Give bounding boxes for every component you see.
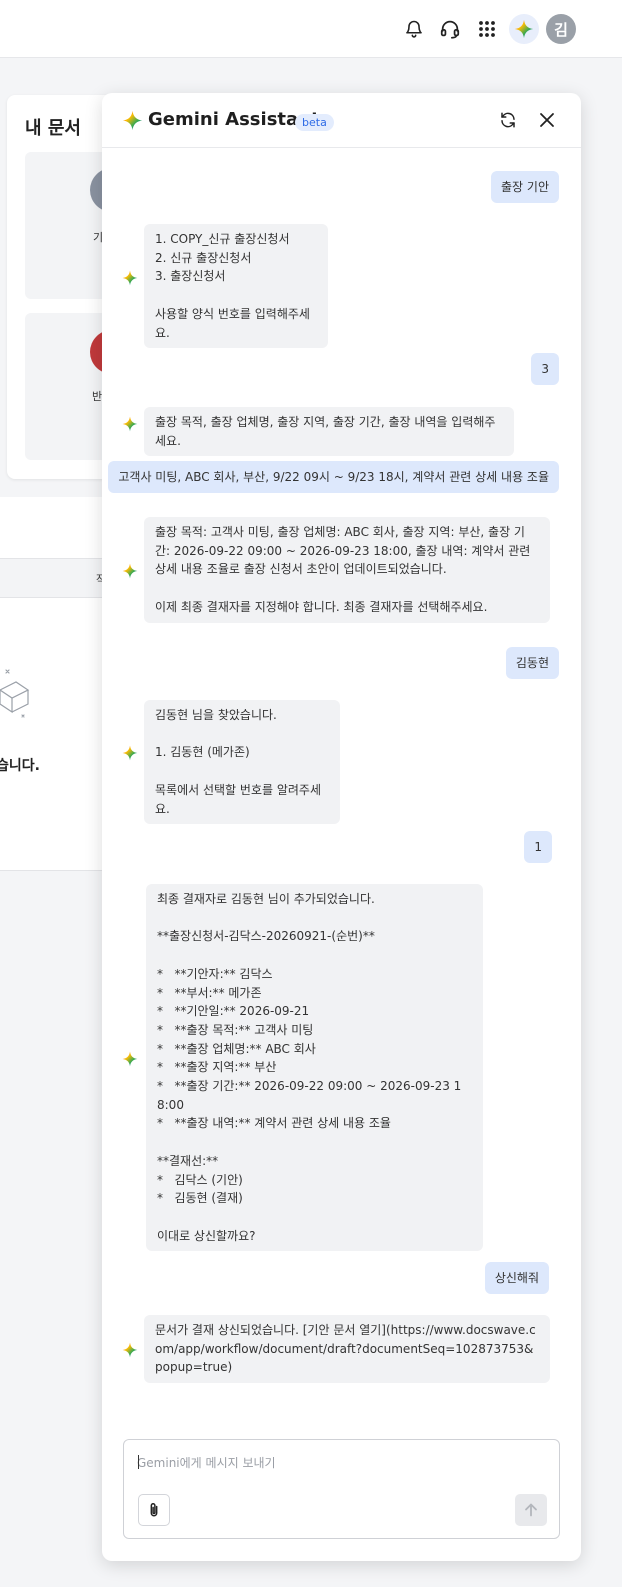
assistant-header: Gemini Assistant beta: [102, 93, 581, 148]
gemini-assistant-panel: Gemini Assistant beta 출장 기안 1. COPY_신규 출…: [102, 93, 581, 1561]
assistant-message: 출장 목적, 출장 업체명, 출장 지역, 출장 기간, 출장 내역을 입력해주…: [144, 407, 514, 457]
user-message: 상신해줘: [484, 1262, 549, 1294]
assistant-message: 최종 결재자로 김동현 님이 추가되었습니다. **출장신청서-김닥스-2026…: [146, 884, 483, 1252]
table-header: [0, 558, 110, 598]
top-app-bar: 김: [0, 0, 622, 58]
beta-badge: beta: [295, 114, 334, 131]
headset-icon[interactable]: [436, 15, 464, 43]
gemini-sparkle-icon: [122, 416, 138, 432]
paperclip-icon: [150, 1503, 158, 1517]
gemini-sparkle-icon: [122, 270, 138, 286]
apps-grid-icon[interactable]: [473, 15, 501, 43]
user-message: 고객사 미팅, ABC 회사, 부산, 9/22 09시 ~ 9/23 18시,…: [108, 461, 559, 493]
empty-state-message: 습니다.: [0, 758, 40, 774]
user-message: 김동현: [505, 647, 559, 679]
gemini-sparkle-icon: [122, 745, 138, 761]
close-icon[interactable]: [536, 109, 558, 131]
avatar[interactable]: 김: [546, 14, 576, 44]
attach-button[interactable]: [138, 1494, 170, 1526]
gemini-sparkle-icon: [122, 1051, 138, 1067]
send-button[interactable]: [515, 1494, 547, 1526]
gemini-logo-icon: [122, 110, 143, 135]
user-message: 출장 기안: [491, 171, 559, 203]
user-message: 1: [524, 831, 552, 863]
arrow-up-icon: [525, 1503, 537, 1517]
message-composer: [123, 1439, 560, 1539]
assistant-message: 문서가 결재 상신되었습니다. [기안 문서 열기](https://www.d…: [144, 1315, 550, 1384]
assistant-message: 출장 목적: 고객사 미팅, 출장 업체명: ABC 회사, 출장 지역: 부산…: [144, 517, 550, 623]
gemini-icon[interactable]: [509, 14, 539, 44]
assistant-message: 김동현 님을 찾았습니다. 1. 김동현 (메가존) 목록에서 선택할 번호를 …: [144, 700, 340, 825]
message-input[interactable]: [137, 1452, 537, 1474]
bell-icon[interactable]: [400, 15, 428, 43]
gemini-sparkle-icon: [122, 563, 138, 579]
user-message: 3: [531, 353, 559, 385]
refresh-icon[interactable]: [497, 109, 519, 131]
tile-label: 반: [92, 390, 103, 403]
my-documents-title: 내 문서: [25, 118, 81, 139]
assistant-title: Gemini Assistant: [148, 109, 320, 130]
assistant-message: 1. COPY_신규 출장신청서 2. 신규 출장신청서 3. 출장신청서 사용…: [144, 224, 328, 349]
gemini-sparkle-icon: [122, 1342, 138, 1358]
text-caret: [138, 1455, 139, 1469]
empty-box-icon: [0, 660, 32, 724]
